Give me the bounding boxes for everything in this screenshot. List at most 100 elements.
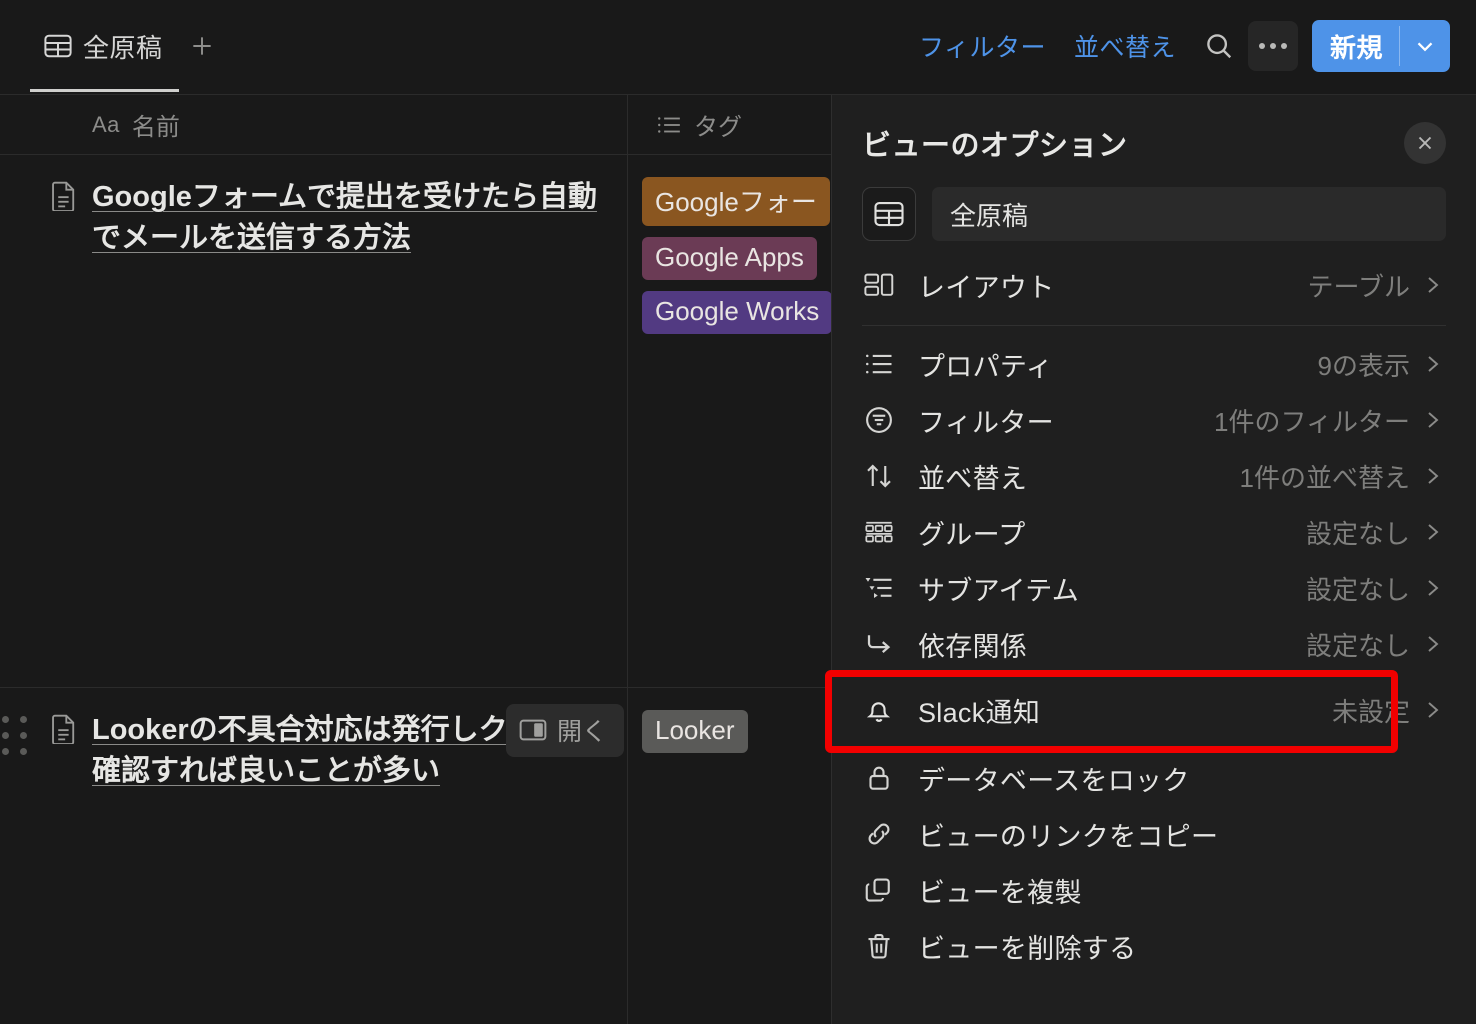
menu-item-label: レイアウト [918, 266, 1055, 305]
menu-item-properties[interactable]: プロパティ 9の表示 [862, 336, 1446, 392]
menu-item-filter[interactable]: フィルター 1件のフィルター [862, 392, 1446, 448]
menu-item-value: 設定なし [1306, 626, 1410, 663]
menu-item-label: ビューのリンクをコピー [918, 815, 1218, 854]
menu-item-label: データベースをロック [918, 759, 1190, 798]
multi-select-icon [656, 114, 682, 136]
menu-item-value: 設定なし [1306, 514, 1410, 551]
subitem-icon [864, 575, 918, 601]
menu-item-group[interactable]: グループ 設定なし [862, 504, 1446, 560]
filter-button[interactable]: フィルター [905, 28, 1060, 64]
row-name-cell[interactable]: Googleフォームで提出を受けたら自動でメールを送信する方法 [0, 155, 628, 687]
view-options-menu: レイアウト テーブル [862, 257, 1446, 974]
duplicate-icon [864, 875, 918, 905]
column-header-name-label: 名前 [132, 107, 180, 142]
open-page-button[interactable]: 開く [506, 704, 624, 757]
layout-icon [864, 272, 918, 298]
tag-chip: Google Apps [642, 237, 817, 280]
menu-item-value: 設定なし [1306, 570, 1410, 607]
tag-chip: Googleフォー [642, 177, 830, 226]
top-bar: 全原稿 フィルター 並べ替え [0, 0, 1476, 95]
menu-item-subitems[interactable]: サブアイテム 設定なし [862, 560, 1446, 616]
page-icon [50, 181, 78, 211]
view-name-row: 全原稿 [862, 187, 1446, 241]
chevron-down-icon [1412, 33, 1438, 59]
menu-item-value: 未設定 [1332, 692, 1410, 729]
open-page-label: 開く [557, 712, 607, 748]
view-icon-button[interactable] [862, 187, 916, 241]
chevron-right-icon [1410, 520, 1444, 544]
chevron-right-icon [1410, 576, 1444, 600]
column-header-tag-label: タグ [694, 107, 742, 142]
menu-item-label: フィルター [918, 401, 1054, 440]
table-icon [44, 33, 72, 59]
search-button[interactable] [1194, 21, 1244, 71]
chevron-right-icon [1410, 273, 1444, 297]
row-name-cell[interactable]: Lookerの不具合対応は発行しクエリを確認すれば良いことが多い 開く [0, 688, 628, 1024]
menu-item-label: ビューを複製 [918, 871, 1082, 910]
menu-item-dependencies[interactable]: 依存関係 設定なし [862, 616, 1446, 672]
text-type-icon: Aa [92, 112, 120, 138]
chevron-right-icon [1410, 352, 1444, 376]
menu-item-value: 1件のフィルター [1214, 402, 1410, 439]
menu-item-lock-database[interactable]: データベースをロック [862, 750, 1446, 806]
menu-item-label: Slack通知 [918, 691, 1040, 730]
column-header-name[interactable]: Aa 名前 [0, 95, 628, 155]
close-icon [1414, 132, 1436, 154]
panel-title: ビューのオプション [862, 122, 1128, 164]
plus-icon [189, 33, 215, 59]
filter-icon [864, 405, 918, 435]
view-name-input[interactable]: 全原稿 [932, 187, 1446, 241]
menu-item-label: サブアイテム [918, 569, 1079, 608]
menu-item-value: 9の表示 [1318, 346, 1410, 383]
side-peek-icon [519, 718, 547, 742]
page-icon [50, 714, 78, 744]
close-panel-button[interactable] [1404, 122, 1446, 164]
menu-item-value: 1件の並べ替え [1240, 458, 1410, 495]
view-tab-label: 全原稿 [83, 28, 163, 65]
menu-item-label: ビューを削除する [918, 927, 1136, 966]
sort-icon [864, 461, 918, 491]
view-tab-all-drafts[interactable]: 全原稿 [30, 0, 179, 92]
menu-item-label: 依存関係 [918, 625, 1027, 664]
app-window: 全原稿 フィルター 並べ替え [0, 0, 1476, 1024]
group-icon [864, 519, 918, 545]
row-title[interactable]: Googleフォームで提出を受けたら自動でメールを送信する方法 [92, 181, 597, 254]
menu-divider [862, 325, 1446, 326]
view-tab-list: 全原稿 [0, 0, 225, 92]
view-options-panel: ビューのオプション [831, 95, 1476, 1024]
menu-item-sort[interactable]: 並べ替え 1件の並べ替え [862, 448, 1446, 504]
chevron-right-icon [1410, 632, 1444, 656]
menu-item-value: テーブル [1308, 267, 1410, 304]
more-options-button[interactable] [1248, 21, 1298, 71]
link-icon [864, 819, 918, 849]
ellipsis-icon [1259, 43, 1287, 49]
sort-button[interactable]: 並べ替え [1060, 28, 1190, 64]
properties-icon [864, 351, 918, 377]
new-button[interactable]: 新規 [1312, 20, 1450, 72]
add-view-button[interactable] [179, 0, 225, 92]
menu-item-label: 並べ替え [918, 457, 1027, 496]
new-button-label: 新規 [1312, 20, 1399, 72]
new-button-dropdown[interactable] [1400, 20, 1450, 72]
trash-icon [864, 931, 918, 961]
view-toolbar: フィルター 並べ替え 新規 [905, 0, 1476, 92]
menu-item-layout[interactable]: レイアウト テーブル [862, 257, 1446, 313]
bell-icon [864, 695, 918, 725]
menu-item-duplicate-view[interactable]: ビューを複製 [862, 862, 1446, 918]
chevron-right-icon [1410, 464, 1444, 488]
menu-item-slack-notification[interactable]: Slack通知 未設定 [862, 682, 1446, 738]
search-icon [1204, 31, 1234, 61]
menu-item-copy-view-link[interactable]: ビューのリンクをコピー [862, 806, 1446, 862]
chevron-right-icon [1410, 698, 1444, 722]
row-title-wrapper: Googleフォームで提出を受けたら自動でメールを送信する方法 [92, 177, 607, 259]
table-icon [874, 200, 904, 228]
chevron-right-icon [1410, 408, 1444, 432]
tag-chip: Google Works [642, 291, 832, 334]
tag-chip: Looker [642, 710, 748, 753]
panel-header: ビューのオプション [862, 95, 1446, 183]
menu-item-label: プロパティ [918, 345, 1053, 384]
lock-icon [864, 763, 918, 793]
menu-item-label: グループ [918, 513, 1026, 552]
menu-item-delete-view[interactable]: ビューを削除する [862, 918, 1446, 974]
dependency-icon [864, 629, 918, 659]
